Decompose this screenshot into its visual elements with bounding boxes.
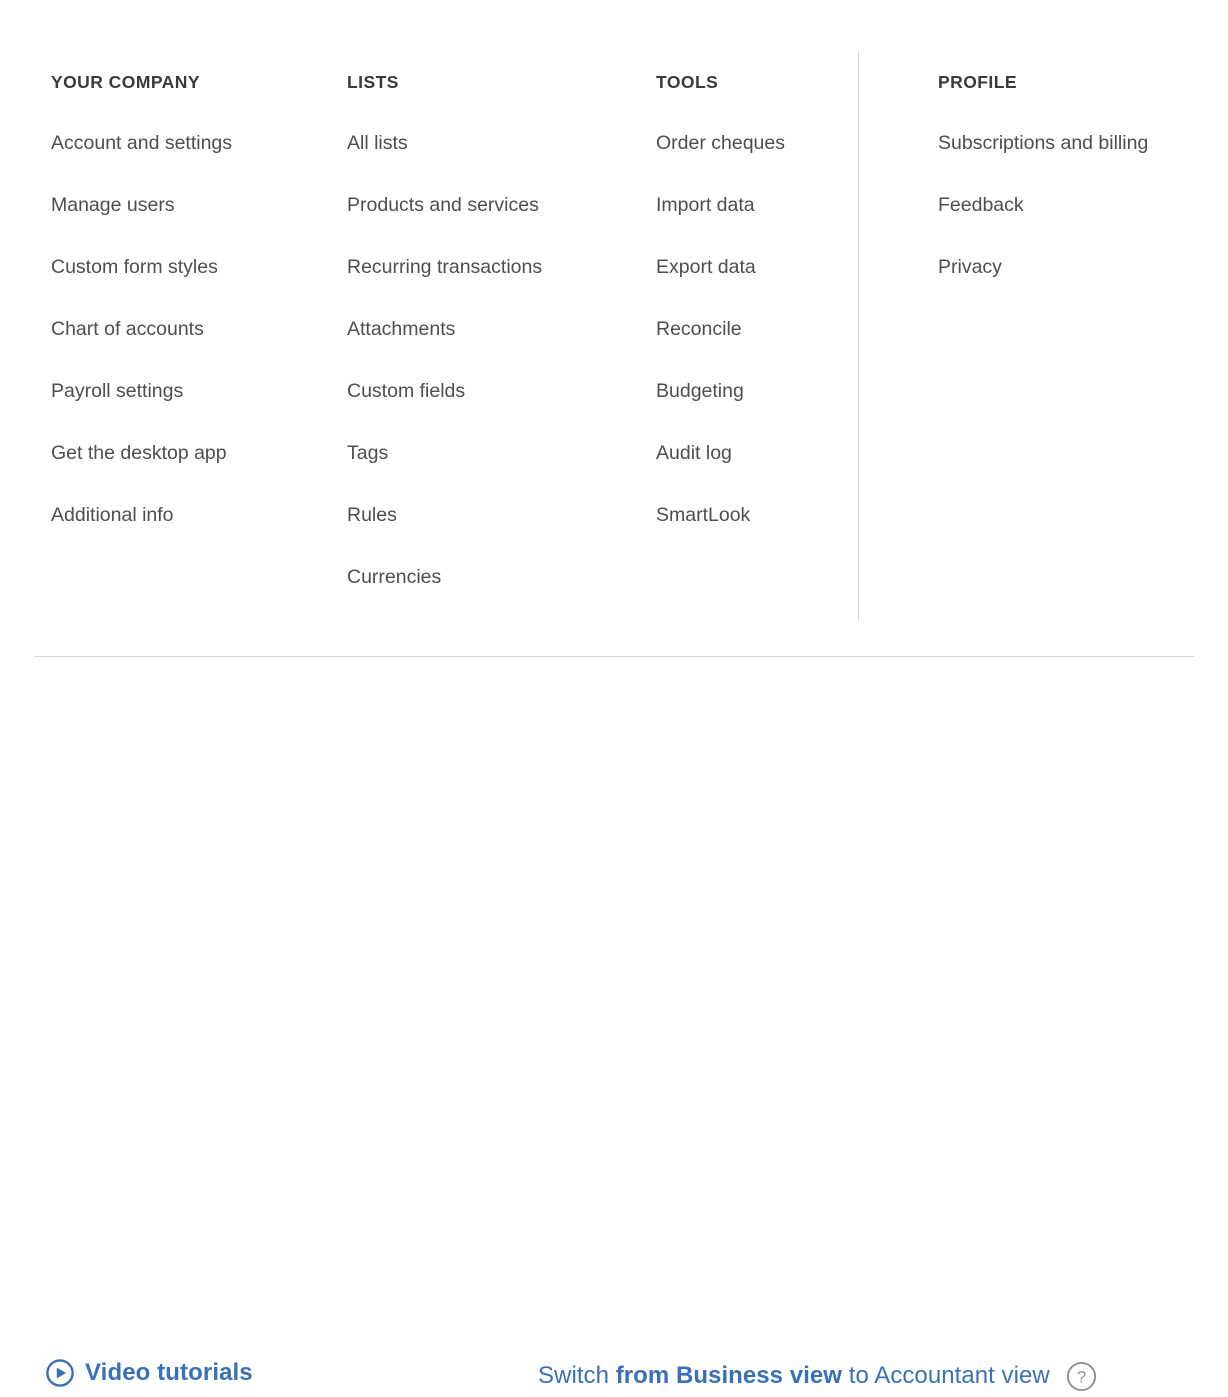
menu-column-lists: LISTS All lists Products and services Re…: [347, 70, 637, 626]
menu-item-attachments[interactable]: Attachments: [347, 316, 637, 342]
menu-item-custom-form-styles[interactable]: Custom form styles: [51, 254, 331, 280]
menu-item-privacy[interactable]: Privacy: [938, 254, 1208, 280]
menu-column-tools: TOOLS Order cheques Import data Export d…: [656, 70, 846, 564]
menu-list-lists: All lists Products and services Recurrin…: [347, 130, 637, 590]
menu-column-profile: PROFILE Subscriptions and billing Feedba…: [938, 70, 1208, 316]
menu-item-chart-of-accounts[interactable]: Chart of accounts: [51, 316, 331, 342]
menu-columns-area: YOUR COMPANY Account and settings Manage…: [0, 0, 1228, 640]
video-tutorials-label: Video tutorials: [85, 1359, 253, 1386]
column-heading-your-company: YOUR COMPANY: [51, 72, 200, 92]
menu-item-import-data[interactable]: Import data: [656, 192, 846, 218]
menu-item-get-the-desktop-app[interactable]: Get the desktop app: [51, 440, 331, 466]
menu-item-all-lists[interactable]: All lists: [347, 130, 637, 156]
menu-list-tools: Order cheques Import data Export data Re…: [656, 130, 846, 528]
menu-item-subscriptions-and-billing[interactable]: Subscriptions and billing: [938, 130, 1208, 156]
menu-item-export-data[interactable]: Export data: [656, 254, 846, 280]
switch-view-text: Switch from Business view to Accountant …: [538, 1360, 1050, 1392]
switch-view-link[interactable]: Switch from Business view to Accountant …: [538, 1360, 1097, 1392]
switch-view-current-view: from Business view: [615, 1362, 843, 1389]
menu-footer: Video tutorials Switch from Business vie…: [0, 656, 1228, 1391]
menu-column-your-company: YOUR COMPANY Account and settings Manage…: [51, 70, 331, 564]
menu-list-your-company: Account and settings Manage users Custom…: [51, 130, 331, 528]
menu-item-tags[interactable]: Tags: [347, 440, 637, 466]
menu-item-custom-fields[interactable]: Custom fields: [347, 378, 637, 404]
menu-list-profile: Subscriptions and billing Feedback Priva…: [938, 130, 1208, 280]
switch-view-prefix: Switch: [538, 1362, 616, 1389]
gear-settings-menu-panel: YOUR COMPANY Account and settings Manage…: [0, 0, 1228, 1391]
menu-item-additional-info[interactable]: Additional info: [51, 502, 331, 528]
menu-item-manage-users[interactable]: Manage users: [51, 192, 331, 218]
menu-item-account-and-settings[interactable]: Account and settings: [51, 130, 331, 156]
svg-text:?: ?: [1077, 1368, 1086, 1386]
menu-item-audit-log[interactable]: Audit log: [656, 440, 846, 466]
play-circle-icon: [45, 1358, 75, 1388]
column-heading-lists: LISTS: [347, 72, 399, 92]
menu-item-reconcile[interactable]: Reconcile: [656, 316, 846, 342]
menu-item-smartlook[interactable]: SmartLook: [656, 502, 846, 528]
menu-item-rules[interactable]: Rules: [347, 502, 637, 528]
menu-item-order-cheques[interactable]: Order cheques: [656, 130, 846, 156]
switch-view-target-view: to Accountant view: [842, 1362, 1050, 1389]
menu-item-feedback[interactable]: Feedback: [938, 192, 1208, 218]
column-heading-tools: TOOLS: [656, 72, 719, 92]
menu-item-budgeting[interactable]: Budgeting: [656, 378, 846, 404]
menu-item-currencies[interactable]: Currencies: [347, 564, 637, 590]
menu-item-recurring-transactions[interactable]: Recurring transactions: [347, 254, 637, 280]
column-heading-profile: PROFILE: [938, 72, 1017, 92]
video-tutorials-link[interactable]: Video tutorials: [45, 1358, 253, 1388]
menu-item-payroll-settings[interactable]: Payroll settings: [51, 378, 331, 404]
question-mark-circle-icon[interactable]: ?: [1066, 1361, 1097, 1392]
menu-item-products-and-services[interactable]: Products and services: [347, 192, 637, 218]
column-vertical-divider: [858, 52, 859, 620]
